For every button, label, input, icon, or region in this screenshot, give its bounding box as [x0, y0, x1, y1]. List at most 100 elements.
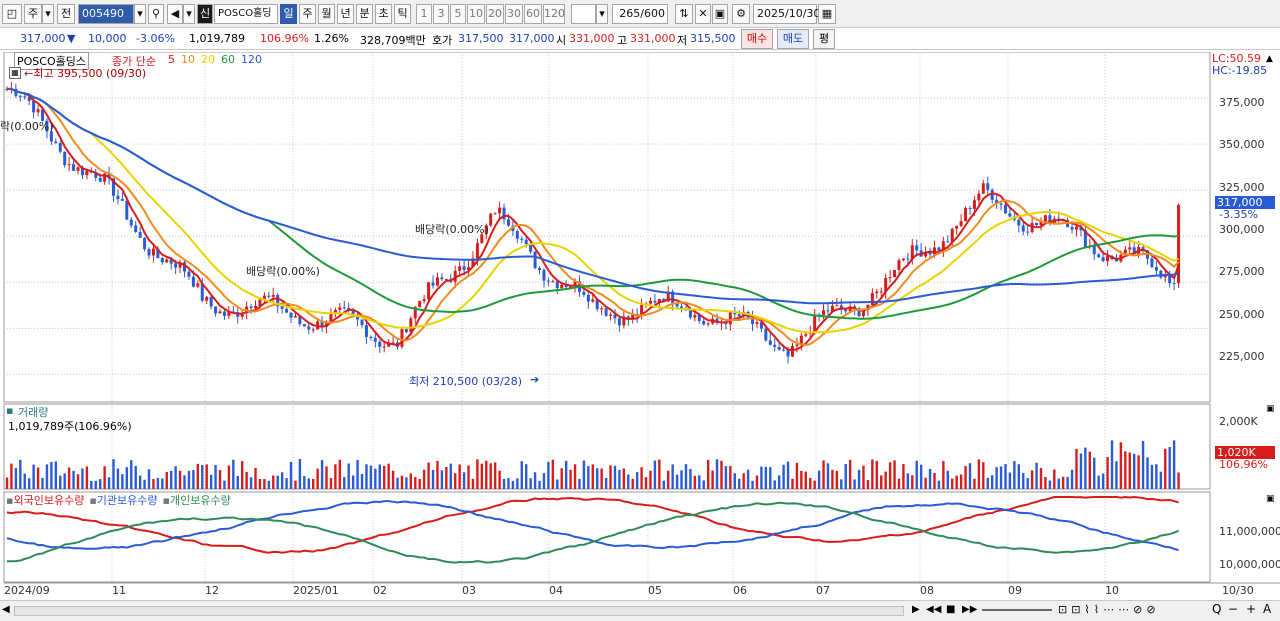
candle-icon[interactable]: ⇅	[675, 4, 693, 24]
interval-custom-input[interactable]	[571, 4, 596, 24]
candle	[901, 258, 905, 261]
volume-bar	[1110, 440, 1114, 489]
stop-icon[interactable]: ■	[946, 604, 955, 615]
interval-button[interactable]: 5	[450, 4, 466, 24]
search-icon[interactable]: ⚲	[148, 4, 164, 24]
ma-period-label[interactable]: 5	[168, 53, 175, 66]
speaker-icon[interactable]: ◀	[167, 4, 183, 24]
period-button[interactable]: 분	[356, 4, 373, 24]
ma-period-label[interactable]: 60	[221, 53, 235, 66]
forward-icon[interactable]: ▶▶	[962, 604, 977, 615]
grid-icon[interactable]: ▦	[9, 67, 21, 79]
volume-bar	[45, 464, 49, 489]
interval-button[interactable]: 10	[467, 4, 485, 24]
ma-line	[6, 87, 1180, 351]
zoom-icon[interactable]: Q	[1212, 602, 1221, 616]
rewind-icon[interactable]: ◀◀	[926, 604, 941, 615]
save-icon[interactable]: ▣	[712, 4, 728, 24]
interval-button[interactable]: 20	[486, 4, 504, 24]
volume-bar	[209, 474, 213, 489]
volume-bar	[272, 475, 275, 489]
volume-bar	[675, 474, 679, 489]
plus-icon[interactable]: +	[1246, 602, 1256, 616]
ma-period-label[interactable]: 10	[181, 53, 195, 66]
chevron-down-icon[interactable]: ▾	[42, 4, 54, 24]
period-unit-select[interactable]: 주	[24, 4, 42, 24]
period-button[interactable]: 일	[280, 4, 297, 24]
volume-bar	[236, 475, 239, 489]
bid1: 317,500	[458, 32, 504, 45]
eval-button[interactable]: 평	[813, 29, 835, 49]
volume-bar	[103, 466, 106, 489]
type-select[interactable]: 전	[57, 4, 75, 24]
volume-bar	[422, 469, 426, 489]
tools-icons[interactable]: ⊡⊡⌇⌇⋯⋯⊘⊘	[1058, 603, 1160, 616]
holdings-legend-item[interactable]: 개인보유수량	[170, 494, 231, 507]
period-button[interactable]: 틱	[394, 4, 411, 24]
close-icon[interactable]: ▣	[1266, 404, 1275, 414]
scroll-left-icon[interactable]: ◀	[2, 604, 10, 615]
volume-bar	[738, 478, 741, 489]
volume-bar	[1039, 468, 1043, 489]
volume-bar	[919, 464, 923, 489]
holdings-legend-item[interactable]: 기관보유수량	[97, 494, 158, 507]
sell-button[interactable]: 매도	[777, 29, 809, 49]
volume-bar	[578, 478, 581, 489]
candle	[311, 329, 315, 331]
candle	[475, 243, 479, 259]
volume-bar	[347, 463, 350, 489]
period-button[interactable]: 초	[375, 4, 392, 24]
play-icon[interactable]: ▶	[912, 604, 920, 615]
buy-button[interactable]: 매수	[741, 29, 773, 49]
interval-button[interactable]: 30	[505, 4, 523, 24]
volume-bar	[325, 466, 328, 489]
interval-button[interactable]: 1	[416, 4, 432, 24]
calendar-icon[interactable]: ▦	[818, 4, 836, 24]
candle	[706, 323, 710, 325]
interval-button[interactable]: 60	[524, 4, 542, 24]
volume-bar	[520, 461, 523, 489]
chevron-down-icon[interactable]: ▾	[596, 4, 608, 24]
price-chart-svg[interactable]	[0, 51, 1280, 600]
stock-code-input[interactable]: 005490	[78, 4, 134, 24]
y-axis-tick: 225,000	[1219, 349, 1265, 363]
gear-icon[interactable]: ⚙	[732, 4, 750, 24]
close-icon[interactable]: ▣	[1266, 494, 1275, 504]
scrollbar-track[interactable]	[14, 606, 904, 616]
collapse-icon[interactable]: ▲	[1266, 54, 1273, 64]
count-input[interactable]: 265/600	[612, 4, 668, 24]
candle	[870, 293, 874, 305]
candle	[98, 177, 102, 182]
chart-area[interactable]: POSCO홀딩스 종가 단순 5 10 20 60 120 ▦ ←최고 395,500 …	[0, 51, 1280, 600]
candle	[946, 241, 950, 243]
chevron-down-icon[interactable]: ▾	[183, 4, 195, 24]
date-input[interactable]: 2025/10/30	[753, 4, 820, 24]
ma-period-label[interactable]: 20	[201, 53, 215, 66]
interval-button[interactable]: 3	[433, 4, 449, 24]
holdings-legend-item[interactable]: 외국인보유수량	[13, 494, 84, 507]
period-button[interactable]: 주	[299, 4, 316, 24]
ma-period-label[interactable]: 120	[241, 53, 262, 66]
volume-bar	[19, 459, 22, 489]
candle	[968, 207, 972, 210]
text-icon[interactable]: A	[1263, 602, 1271, 616]
change-pct: -3.06%	[136, 32, 175, 45]
chevron-down-icon[interactable]: ▾	[134, 4, 146, 24]
candle	[755, 322, 759, 324]
volume-bar	[702, 480, 705, 489]
candle	[844, 309, 848, 312]
minus-icon[interactable]: −	[1228, 602, 1238, 616]
interval-button[interactable]: 120	[543, 4, 565, 24]
volume-bar	[995, 467, 998, 489]
candle	[249, 306, 253, 309]
period-button[interactable]: 년	[337, 4, 354, 24]
crosshair-icon[interactable]: ✕	[695, 4, 711, 24]
trade-amount: 328,709백만	[360, 34, 426, 47]
zoom-slider[interactable]	[982, 609, 1052, 611]
volume-bar	[41, 477, 44, 489]
chart-icon[interactable]: ◰	[2, 4, 22, 24]
volume-bar	[1168, 447, 1171, 489]
candle	[875, 291, 879, 294]
period-button[interactable]: 월	[318, 4, 335, 24]
volume-bar	[1128, 452, 1131, 489]
